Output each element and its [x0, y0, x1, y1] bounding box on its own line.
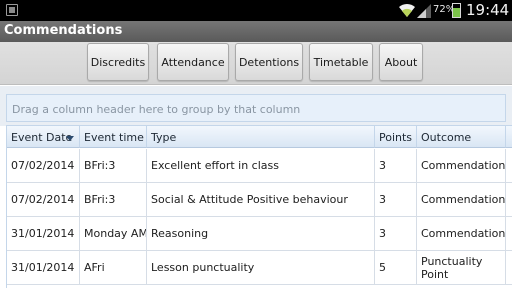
commendations-grid: Event Date Event time Type Points Outcom…	[6, 125, 512, 288]
battery-icon	[452, 3, 461, 18]
column-header-label: Type	[151, 131, 177, 144]
cell-points: 3	[375, 149, 417, 183]
column-header-points[interactable]: Points	[375, 125, 417, 148]
cell-outcome: Punctuality Point	[417, 251, 506, 285]
cell-points: 3	[375, 217, 417, 251]
cell-event-time: AFri	[80, 251, 147, 285]
discredits-button[interactable]: Discredits	[87, 43, 149, 81]
page-title: Commendations	[4, 23, 123, 38]
column-header-label: Outcome	[421, 131, 472, 144]
cell-more	[506, 251, 512, 285]
cell-points: 3	[375, 183, 417, 217]
status-bar: 72% 19:44	[0, 0, 512, 21]
cell-event-date: 31/01/2014	[7, 251, 80, 285]
wifi-icon	[399, 3, 415, 17]
signal-icon	[417, 4, 431, 18]
cell-more	[506, 183, 512, 217]
cell-more	[506, 149, 512, 183]
cell-points: 5	[375, 251, 417, 285]
cell-event-date: 31/01/2014	[7, 217, 80, 251]
timetable-button[interactable]: Timetable	[309, 43, 373, 81]
cell-event-date: 07/02/2014	[7, 183, 80, 217]
attendance-button[interactable]: Attendance	[157, 43, 229, 81]
column-header-more[interactable]	[506, 125, 512, 148]
cell-event-time: Monday AM	[80, 217, 147, 251]
column-header-type[interactable]: Type	[147, 125, 375, 148]
cell-outcome: Commendation	[417, 183, 506, 217]
sort-descending-icon	[66, 136, 74, 141]
cell-type: Social & Attitude Positive behaviour	[147, 183, 375, 217]
cell-type: Excellent effort in class	[147, 149, 375, 183]
title-bar: Commendations	[0, 21, 512, 42]
about-button[interactable]: About	[379, 43, 423, 81]
cell-event-time: BFri:3	[80, 183, 147, 217]
cell-event-date: 07/02/2014	[7, 149, 80, 183]
column-header-label: Event time	[84, 131, 144, 144]
cell-outcome: Commendation	[417, 217, 506, 251]
column-header-event-date[interactable]: Event Date	[7, 125, 80, 148]
detentions-button[interactable]: Detentions	[235, 43, 303, 81]
column-header-label: Points	[379, 131, 413, 144]
cell-type: Lesson punctuality	[147, 251, 375, 285]
column-header-outcome[interactable]: Outcome	[417, 125, 506, 148]
cell-outcome: Commendation	[417, 149, 506, 183]
cell-event-time: BFri:3	[80, 149, 147, 183]
clock: 19:44	[466, 1, 510, 19]
notification-icon	[6, 4, 18, 16]
group-hint: Drag a column header here to group by th…	[12, 103, 301, 116]
column-header-label: Event Date	[11, 131, 73, 144]
group-by-panel[interactable]: Drag a column header here to group by th…	[6, 94, 506, 122]
cell-type: Reasoning	[147, 217, 375, 251]
column-header-event-time[interactable]: Event time	[80, 125, 147, 148]
cell-more	[506, 217, 512, 251]
